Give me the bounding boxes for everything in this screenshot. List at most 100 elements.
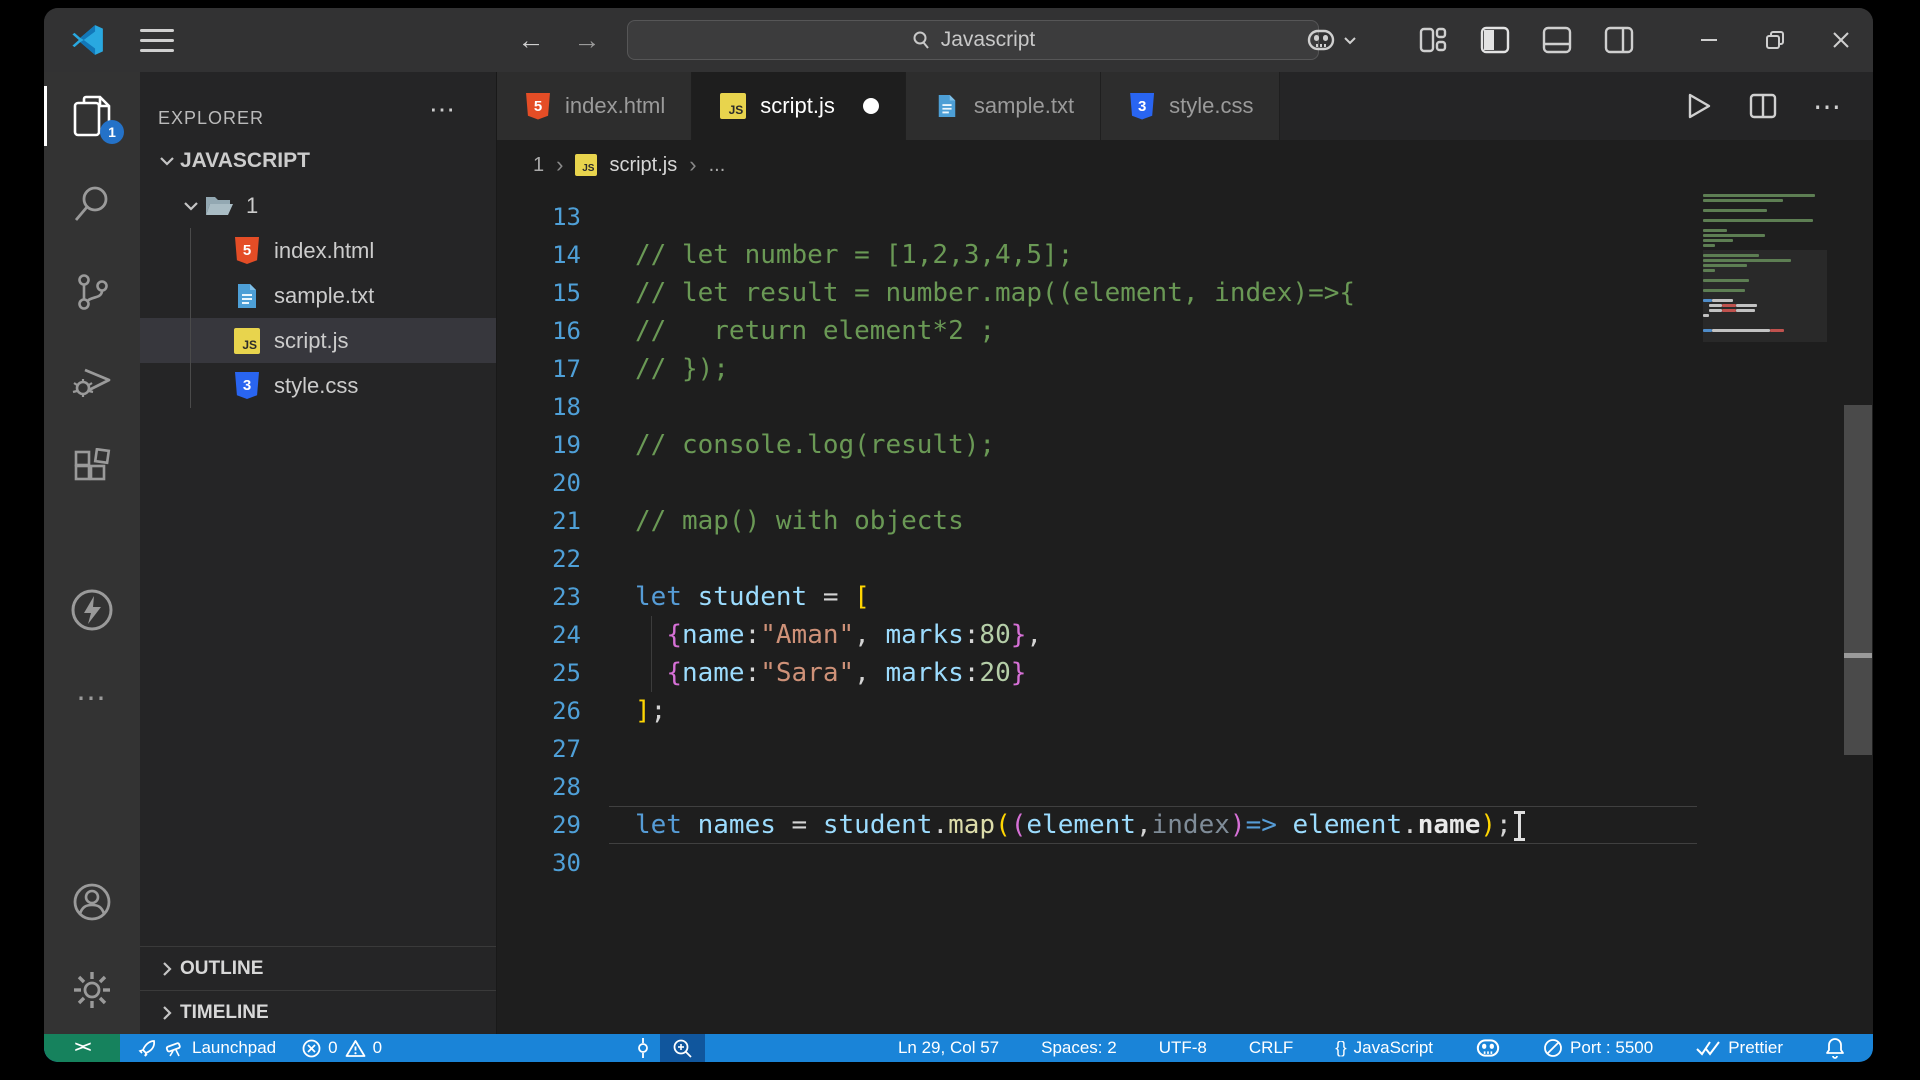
restore-button[interactable] [1757, 22, 1793, 58]
cursor-position[interactable]: Ln 29, Col 57 [892, 1034, 1005, 1062]
tree-file-script-js[interactable]: JS script.js [140, 318, 496, 363]
activity-live-server[interactable] [44, 566, 140, 654]
code-line-25[interactable]: 25 {name:"Sara", marks:20} [497, 654, 1873, 692]
code-line-21[interactable]: 21// map() with objects [497, 502, 1873, 540]
language-mode[interactable]: {} JavaScript [1329, 1034, 1439, 1062]
command-center-search[interactable]: Javascript [627, 20, 1319, 60]
run-file-button[interactable] [1681, 88, 1717, 124]
search-icon [913, 31, 929, 49]
toggle-sidebar-icon[interactable] [1477, 22, 1513, 58]
tab-label: script.js [760, 93, 835, 118]
live-server-port[interactable]: Port : 5500 [1537, 1034, 1659, 1062]
toggle-panel-icon[interactable] [1539, 22, 1575, 58]
toggle-secondary-sidebar-icon[interactable] [1601, 22, 1637, 58]
activity-settings[interactable] [44, 946, 140, 1034]
code-lines: 13 14// let number = [1,2,3,4,5]; 15// let… [497, 190, 1873, 882]
debug-icon [72, 368, 111, 397]
code-line-30[interactable]: 30 [497, 844, 1873, 882]
code-line-13[interactable]: 13 [497, 198, 1873, 236]
breadcrumb-file[interactable]: script.js [609, 154, 677, 177]
code-line-15[interactable]: 15// let result = number.map((element, i… [497, 274, 1873, 312]
file-label: index.html [274, 237, 375, 263]
bell-icon [1826, 1038, 1844, 1059]
zoom-status-item[interactable] [660, 1034, 705, 1062]
code-line-28[interactable]: 28 [497, 768, 1873, 806]
code-editor[interactable]: 13 14// let number = [1,2,3,4,5]; 15// let… [497, 190, 1873, 1034]
vertical-scrollbar[interactable] [1843, 190, 1873, 1034]
tab-sample-txt[interactable]: sample.txt [905, 72, 1102, 140]
tree-root-javascript[interactable]: JAVASCRIPT [140, 138, 496, 183]
encoding[interactable]: UTF-8 [1153, 1034, 1213, 1062]
account-icon [73, 883, 111, 921]
scrollbar-thumb[interactable] [1844, 405, 1872, 755]
notifications-bell[interactable] [1819, 1034, 1851, 1062]
activity-explorer[interactable]: 1 [44, 72, 140, 160]
launchpad-item[interactable]: Launchpad [132, 1034, 282, 1062]
problems-item[interactable]: 0 0 [296, 1034, 388, 1062]
js-file-icon: JS [718, 91, 748, 121]
copilot-icon [1476, 1039, 1500, 1057]
timeline-section[interactable]: TIMELINE [140, 990, 496, 1034]
code-line-20[interactable]: 20 [497, 464, 1873, 502]
prettier-status[interactable]: Prettier [1689, 1034, 1789, 1062]
editor-more-actions[interactable]: ⋯ [1809, 88, 1845, 124]
code-line-14[interactable]: 14// let number = [1,2,3,4,5]; [497, 236, 1873, 274]
copilot-status[interactable] [1469, 1034, 1507, 1062]
minimize-button[interactable] [1691, 22, 1727, 58]
activity-more[interactable]: ⋯ [44, 654, 140, 742]
js-file-icon: JS [575, 154, 598, 176]
breadcrumb-symbol-more[interactable]: ... [709, 154, 726, 177]
nav-back-button[interactable]: ← [512, 22, 550, 58]
tab-script-js[interactable]: JS script.js [692, 72, 906, 140]
error-icon [302, 1039, 321, 1058]
tree-file-sample-txt[interactable]: sample.txt [140, 273, 496, 318]
customize-layout-icon[interactable] [1415, 22, 1451, 58]
error-count: 0 [328, 1038, 338, 1057]
code-line-19[interactable]: 19// console.log(result); [497, 426, 1873, 464]
focus-indicator-icon[interactable] [636, 1037, 650, 1059]
copilot-menu[interactable] [1303, 22, 1357, 58]
code-line-26[interactable]: 26]; [497, 692, 1873, 730]
indentation[interactable]: Spaces: 2 [1035, 1034, 1123, 1062]
tab-label: sample.txt [973, 93, 1075, 118]
outline-section[interactable]: OUTLINE [140, 946, 496, 990]
breadcrumb-folder[interactable]: 1 [533, 154, 544, 177]
code-line-23[interactable]: 23 let student = [ [497, 578, 1873, 616]
line-number: 26 [552, 697, 581, 725]
tab-label: index.html [565, 93, 666, 118]
split-editor-button[interactable] [1745, 88, 1781, 124]
activity-source-control[interactable] [44, 248, 140, 336]
breadcrumb[interactable]: 1 › JS script.js › ... [497, 140, 1873, 190]
code-line-16[interactable]: 16// return element*2 ; [497, 312, 1873, 350]
code-line-24[interactable]: 24 {name:"Aman", marks:80}, [497, 616, 1873, 654]
tree-file-style-css[interactable]: 3 style.css [140, 363, 496, 408]
minimap[interactable] [1703, 194, 1827, 334]
line-number: 23 [552, 583, 581, 611]
activity-extensions[interactable] [44, 424, 140, 512]
indent-guide [190, 228, 191, 273]
file-label: script.js [274, 327, 349, 353]
close-button[interactable] [1823, 22, 1859, 58]
line-number: 27 [552, 735, 581, 763]
code-line-27[interactable]: 27 [497, 730, 1873, 768]
code-line-22[interactable]: 22 [497, 540, 1873, 578]
tree-file-index-html[interactable]: 5 index.html [140, 228, 496, 273]
tab-index-html[interactable]: 5 index.html [497, 72, 693, 140]
remote-indicator[interactable]: >< [44, 1034, 120, 1062]
menu-hamburger-icon[interactable] [140, 24, 174, 56]
modified-dot-icon[interactable] [862, 98, 879, 114]
activity-run-debug[interactable] [44, 336, 140, 424]
explorer-more-actions[interactable]: ⋯ [429, 94, 456, 125]
tree-folder-1[interactable]: 1 [140, 183, 496, 228]
activity-account[interactable] [44, 858, 140, 946]
extensions-icon [74, 448, 111, 481]
code-line-17[interactable]: 17// }); [497, 350, 1873, 388]
nav-forward-button[interactable]: → [568, 22, 606, 58]
code-line-29[interactable]: 29 let names = student.map((element,index… [497, 806, 1873, 844]
activity-search[interactable] [44, 160, 140, 248]
code-line-18[interactable]: 18 [497, 388, 1873, 426]
git-branch-icon [78, 274, 108, 310]
eol-sequence[interactable]: CRLF [1243, 1034, 1299, 1062]
line-number: 20 [552, 469, 581, 497]
tab-style-css[interactable]: 3 style.css [1101, 72, 1281, 140]
